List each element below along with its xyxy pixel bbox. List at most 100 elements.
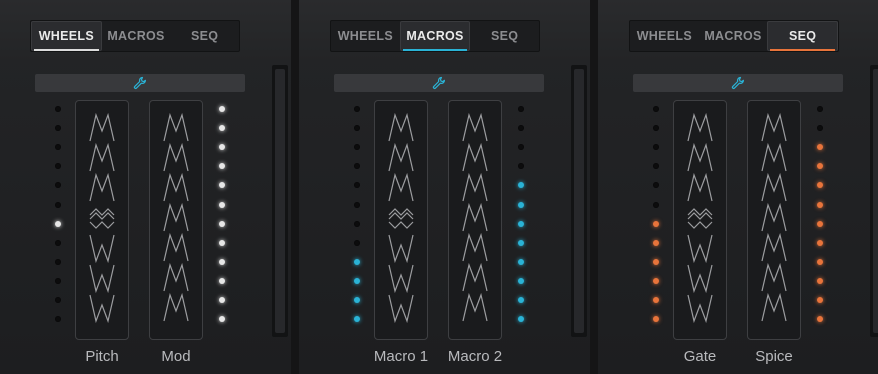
tab-bar: WHEELS MACROS SEQ	[30, 20, 240, 52]
left-wheel[interactable]	[374, 100, 428, 340]
scrollbar-thumb[interactable]	[574, 69, 584, 333]
led	[354, 258, 360, 265]
wrench-icon	[432, 76, 446, 90]
settings-button[interactable]	[35, 74, 245, 92]
tab-macros[interactable]: MACROS	[699, 21, 768, 51]
led	[653, 239, 659, 246]
led	[817, 201, 823, 208]
wheel-ridge	[761, 262, 787, 292]
wheel-ridge	[687, 172, 713, 202]
tab-macros[interactable]: MACROS	[399, 21, 471, 51]
wheel-ridge	[687, 294, 713, 324]
scrollbar[interactable]	[870, 65, 878, 337]
tab-bar: WHEELS MACROS SEQ	[330, 20, 540, 52]
wheel-ridge	[388, 264, 414, 294]
led	[518, 258, 524, 265]
led	[219, 163, 225, 170]
wheel-ridge	[163, 112, 189, 142]
led	[354, 277, 360, 284]
wheel-ridge	[163, 172, 189, 202]
led	[817, 182, 823, 189]
settings-button[interactable]	[633, 74, 843, 92]
led	[653, 297, 659, 303]
scrollbar[interactable]	[571, 65, 587, 337]
led	[354, 182, 360, 189]
wrench-icon	[731, 76, 745, 90]
led	[518, 163, 524, 170]
tab-seq[interactable]: SEQ	[170, 21, 239, 51]
led	[219, 201, 225, 208]
led	[817, 220, 823, 227]
wheel-ridge	[462, 142, 488, 172]
wheel-ridge	[388, 142, 414, 172]
wheel-ridge	[761, 202, 787, 232]
led	[817, 316, 823, 323]
wheel-ridge	[89, 112, 115, 142]
led	[219, 258, 225, 265]
led	[55, 258, 61, 265]
led	[653, 106, 659, 112]
led	[219, 277, 225, 284]
wheel-ridge	[462, 202, 488, 232]
tab-seq[interactable]: SEQ	[470, 21, 539, 51]
led	[55, 182, 61, 189]
led	[55, 106, 61, 112]
led	[354, 106, 360, 112]
scrollbar-thumb[interactable]	[873, 69, 878, 333]
wheel-ridge	[388, 208, 414, 229]
led	[817, 297, 823, 303]
wheel-ridge	[462, 112, 488, 142]
led	[354, 316, 360, 323]
tab-macros[interactable]: MACROS	[102, 21, 171, 51]
led	[354, 163, 360, 170]
wheel-ridge	[687, 234, 713, 264]
led	[518, 297, 524, 303]
led	[518, 144, 524, 151]
tab-bar: WHEELS MACROS SEQ	[629, 20, 839, 52]
led	[518, 182, 524, 189]
right-wheel[interactable]	[747, 100, 801, 340]
wheel-label: Pitch	[85, 348, 119, 365]
led	[653, 125, 659, 132]
led	[55, 144, 61, 151]
right-wheel[interactable]	[448, 100, 502, 340]
led	[55, 201, 61, 208]
led	[817, 163, 823, 170]
led	[219, 220, 225, 227]
left-wheel[interactable]	[673, 100, 727, 340]
tab-seq[interactable]: SEQ	[767, 21, 839, 51]
wheel-ridge	[89, 234, 115, 264]
led	[653, 316, 659, 323]
wheel-ridge	[761, 112, 787, 142]
led	[653, 220, 659, 227]
scrollbar-thumb[interactable]	[275, 69, 285, 333]
led	[817, 239, 823, 246]
led	[518, 106, 524, 112]
led	[219, 316, 225, 323]
right-wheel[interactable]	[149, 100, 203, 340]
wheel-ridge	[687, 142, 713, 172]
led	[518, 239, 524, 246]
panel-seq: WHEELS MACROS SEQ Gate Spice	[598, 0, 878, 374]
led	[653, 258, 659, 265]
led	[55, 316, 61, 323]
settings-button[interactable]	[334, 74, 544, 92]
wheel-ridge	[462, 262, 488, 292]
panel-macros: WHEELS MACROS SEQ Macro 1 Macro 2	[299, 0, 590, 374]
led	[354, 144, 360, 151]
led	[354, 239, 360, 246]
wheel-ridge	[388, 112, 414, 142]
wheel-ridge	[388, 234, 414, 264]
tab-wheels[interactable]: WHEELS	[630, 21, 699, 51]
scrollbar[interactable]	[272, 65, 288, 337]
wheel-ridge	[462, 232, 488, 262]
led	[354, 201, 360, 208]
led	[817, 277, 823, 284]
wheel-label: Gate	[683, 348, 717, 365]
tab-wheels[interactable]: WHEELS	[331, 21, 400, 51]
led	[219, 144, 225, 151]
tab-wheels[interactable]: WHEELS	[31, 21, 102, 51]
led	[518, 201, 524, 208]
left-wheel[interactable]	[75, 100, 129, 340]
wheel-ridge	[89, 142, 115, 172]
